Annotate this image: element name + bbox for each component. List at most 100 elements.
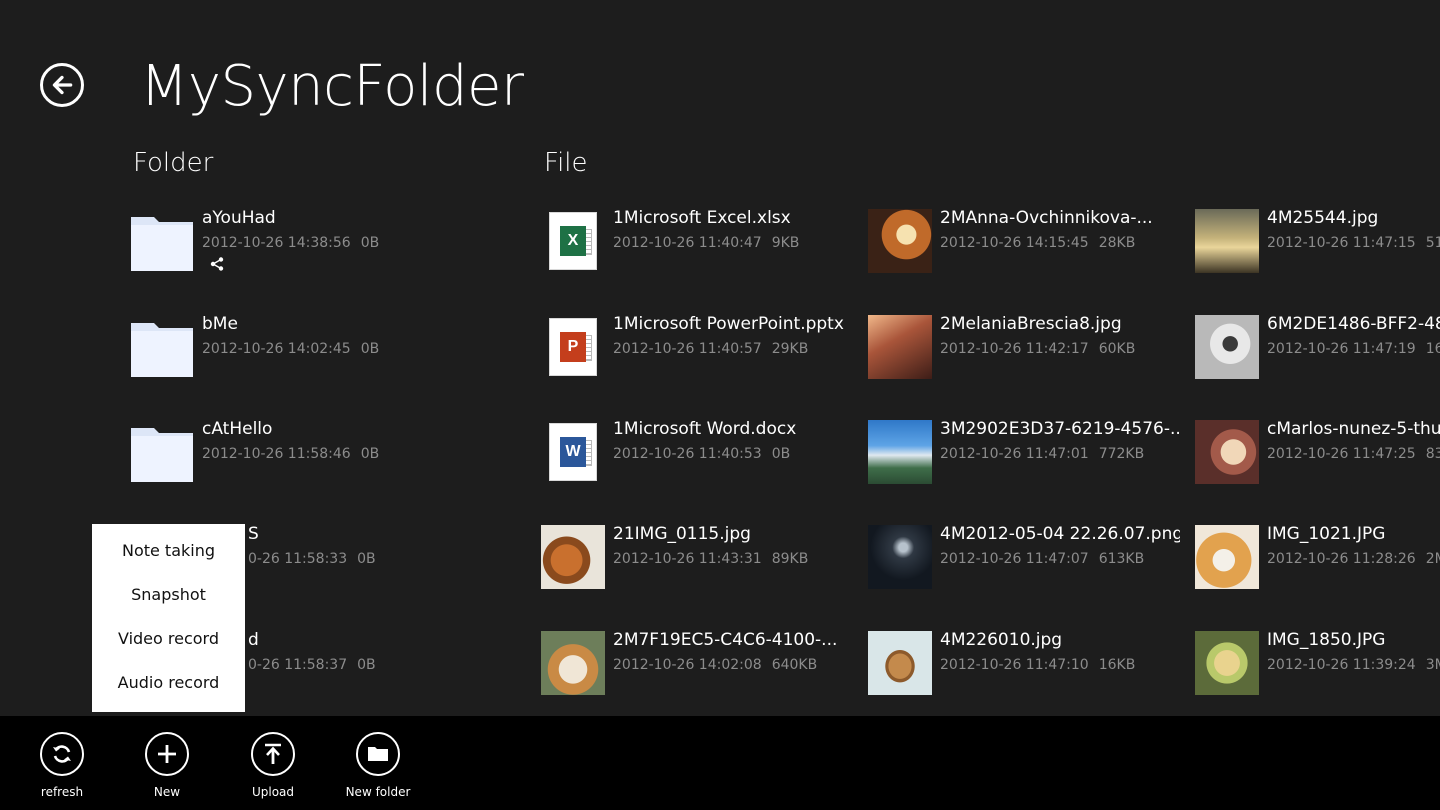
file-date: 2012-10-26 11:42:17 [940,341,1089,357]
file-meta: 2012-10-26 14:02:08 640KB [613,656,817,674]
file-size: 0B [771,446,791,462]
file-date: 2012-10-26 11:43:31 [613,551,762,567]
file-name: 2MAnna-Ovchinnikova-... [940,208,1153,228]
photo-thumbnail [868,525,932,589]
folder-meta: 2012-10-26 14:38:56 0B [202,234,379,252]
menu-item-note-taking[interactable]: Note taking [92,530,245,574]
folder-name: bMe [202,314,238,334]
file-date: 2012-10-26 11:47:19 [1267,341,1416,357]
folder-date: 2012-10-26 11:58:46 [202,446,351,462]
file-size: 772KB [1098,446,1145,462]
file-name: 6M2DE1486-BFF2-484 [1267,314,1440,334]
plus-icon [158,745,176,763]
new-button[interactable]: New [127,732,207,810]
share-icon [210,257,224,271]
powerpoint-badge: P [560,332,586,362]
folder-meta: 2012-10-26 14:02:45 0B [202,340,379,358]
page-title: MySyncFolder [140,54,524,119]
file-date: 2012-10-26 11:47:01 [940,446,1089,462]
file-name: IMG_1850.JPG [1267,630,1386,650]
file-date: 2012-10-26 11:47:10 [940,657,1089,673]
upload-icon [265,743,281,764]
excel-badge: X [560,226,586,256]
upload-label: Upload [251,785,295,799]
portrait-photo-thumbnail [1195,315,1259,379]
file-size: 51KB [1425,235,1440,251]
sunset-photo-thumbnail [1195,209,1259,273]
upload-button[interactable]: Upload [233,732,313,810]
new-label: New [153,785,181,799]
folder-meta: 0-26 11:58:37 0B [248,656,376,674]
folder-meta: 2012-10-26 11:58:46 0B [202,445,379,463]
file-size: 83KB [1425,446,1440,462]
folder-size: 0B [360,341,380,357]
file-meta: 2012-10-26 11:47:15 51KB [1267,234,1440,252]
folder-date: 2012-10-26 14:02:45 [202,341,351,357]
file-name: 4M2012-05-04 22.26.07.png [940,524,1180,544]
file-name: cMarlos-nunez-5-thum [1267,419,1440,439]
new-folder-button-circle [356,732,400,776]
new-folder-label: New folder [345,785,411,799]
file-date: 2012-10-26 11:40:47 [613,235,762,251]
file-meta: 2012-10-26 11:40:57 29KB [613,340,808,358]
folder-icon [131,323,193,377]
refresh-button-circle [40,732,84,776]
file-size: 9KB [771,235,800,251]
file-meta: 2012-10-26 11:47:07 613KB [940,550,1144,568]
dog-photo-thumbnail [1195,631,1259,695]
folder-section-heading: Folder [133,148,214,178]
file-size: 613KB [1098,551,1145,567]
file-meta: 2012-10-26 11:47:19 168K [1267,340,1440,358]
folder-name: cAtHello [202,419,273,439]
folder-size: 0B [357,657,376,673]
file-name: IMG_1021.JPG [1267,524,1386,544]
file-size: 3MB [1425,657,1440,673]
file-meta: 2012-10-26 11:47:25 83KB [1267,445,1440,463]
file-name: 2MelaniaBrescia8.jpg [940,314,1122,334]
file-name: 4M25544.jpg [1267,208,1379,228]
file-size: 28KB [1098,235,1136,251]
file-meta: 2012-10-26 11:39:24 3MB [1267,656,1440,674]
file-name: 3M2902E3D37-6219-4576-... [940,419,1180,439]
folder-date: 0-26 11:58:33 [248,551,348,567]
new-popup-menu: Note taking Snapshot Video record Audio … [92,524,245,712]
word-badge: W [560,437,586,467]
file-name: 21IMG_0115.jpg [613,524,751,544]
file-date: 2012-10-26 14:15:45 [940,235,1089,251]
file-date: 2012-10-26 11:39:24 [1267,657,1416,673]
folder-icon [368,747,388,761]
file-meta: 2012-10-26 11:40:53 0B [613,445,790,463]
excel-file-icon: X [550,213,596,269]
file-meta: 2012-10-26 11:43:31 89KB [613,550,808,568]
powerpoint-file-icon: P [550,319,596,375]
file-name: 4M226010.jpg [940,630,1063,650]
refresh-button[interactable]: refresh [22,732,102,810]
refresh-label: refresh [40,785,84,799]
menu-item-snapshot[interactable]: Snapshot [92,574,245,618]
landscape-photo-thumbnail [868,420,932,484]
file-date: 2012-10-26 11:28:26 [1267,551,1416,567]
file-size: 29KB [771,341,809,357]
file-meta: 2012-10-26 11:28:26 2MB [1267,550,1440,568]
folder-size: 0B [360,235,380,251]
app-window: MySyncFolder Folder File aYouHad 2012-10… [0,0,1440,810]
file-meta: 2012-10-26 14:15:45 28KB [940,234,1135,252]
folder-name: aYouHad [202,208,276,228]
file-meta: 2012-10-26 11:47:01 772KB [940,445,1144,463]
folder-date: 2012-10-26 14:38:56 [202,235,351,251]
file-size: 60KB [1098,341,1136,357]
file-size: 2MB [1425,551,1440,567]
dog-photo-thumbnail [1195,525,1259,589]
back-button[interactable] [40,63,84,107]
file-date: 2012-10-26 11:47:25 [1267,446,1416,462]
menu-item-video-record[interactable]: Video record [92,618,245,662]
new-folder-button[interactable]: New folder [338,732,418,810]
folder-size: 0B [360,446,380,462]
menu-item-audio-record[interactable]: Audio record [92,662,245,706]
upload-button-circle [251,732,295,776]
word-file-icon: W [550,424,596,480]
folder-name: d [248,630,259,650]
file-name: 1Microsoft Word.docx [613,419,797,439]
file-name: 1Microsoft Excel.xlsx [613,208,791,228]
photo-thumbnail [868,315,932,379]
